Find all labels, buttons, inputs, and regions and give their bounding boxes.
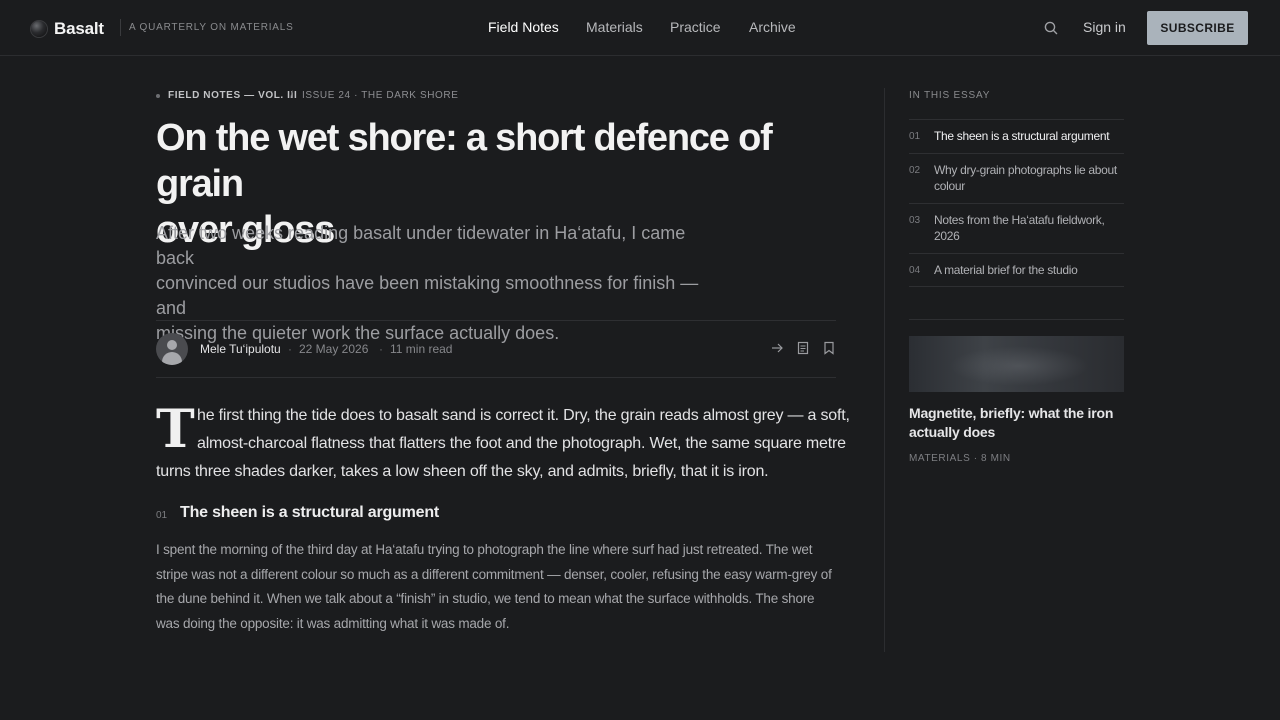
toc-divider: [909, 119, 1124, 120]
section-number: 01: [156, 510, 168, 521]
toc-divider: [909, 286, 1124, 287]
avatar-body-icon: [162, 352, 182, 365]
nav-materials[interactable]: Materials: [586, 19, 643, 35]
dek-line: After two weeks reading basalt under tid…: [156, 223, 686, 268]
brand-name: Basalt: [54, 19, 104, 38]
toc-item-label: Why dry-grain photographs lie about colo…: [934, 163, 1117, 193]
read-time: 11 min read: [390, 342, 453, 356]
dek-line: missing the quieter work the surface act…: [156, 323, 560, 343]
document-icon[interactable]: [796, 341, 810, 355]
sidebar-divider: [884, 88, 885, 652]
toc-divider: [909, 253, 1124, 254]
brand-logo[interactable]: Basalt: [31, 19, 104, 39]
lede-line: he first thing the tide does to basalt s…: [197, 407, 850, 424]
brand-divider: [120, 19, 121, 36]
toc-item-label: The sheen is a structural argument: [934, 129, 1110, 143]
breadcrumb-separator: /: [290, 90, 294, 101]
toc-number: 01: [909, 131, 921, 142]
nav-archive[interactable]: Archive: [749, 19, 796, 35]
related-article-meta: MATERIALS · 8 MIN: [909, 453, 1011, 464]
toc-divider: [909, 203, 1124, 204]
body-line: was doing the opposite: it was admitting…: [156, 616, 510, 631]
nav-practice[interactable]: Practice: [670, 19, 721, 35]
thumbnail-texture: [949, 346, 1089, 386]
byline-divider-top: [156, 320, 836, 321]
sign-in-link[interactable]: Sign in: [1083, 19, 1126, 35]
article-dek: After two weeks reading basalt under tid…: [156, 221, 716, 346]
top-navigation-bar: Basalt A QUARTERLY ON MATERIALS Field No…: [0, 0, 1280, 56]
drop-cap: T: [156, 399, 195, 460]
related-article-title[interactable]: Magnetite, briefly: what the iron actual…: [909, 404, 1124, 442]
meta-separator: ·: [288, 342, 292, 356]
body-line: I spent the morning of the third day at …: [156, 542, 813, 557]
toc-item-label: Notes from the Ha‘atafu fieldwork, 2026: [934, 213, 1105, 243]
section-heading: The sheen is a structural argument: [180, 504, 440, 521]
toc-number: 03: [909, 215, 921, 226]
nav-field-notes[interactable]: Field Notes: [488, 19, 559, 35]
dek-line: convinced our studios have been mistakin…: [156, 273, 699, 318]
lede-line: almost-charcoal flatness that flatters t…: [197, 435, 846, 452]
toc-number: 02: [909, 165, 921, 176]
share-arrow-icon[interactable]: [770, 341, 784, 355]
search-icon[interactable]: [1042, 19, 1060, 37]
byline-divider-bottom: [156, 377, 836, 378]
breadcrumb-dot-icon: [156, 94, 160, 98]
related-article-thumbnail[interactable]: [909, 336, 1124, 392]
breadcrumb-section[interactable]: FIELD NOTES — VOL. III: [168, 90, 297, 101]
author-name[interactable]: Mele Tu‘ipulotu: [200, 342, 281, 356]
bookmark-icon[interactable]: [822, 341, 836, 355]
author-avatar[interactable]: [156, 333, 188, 365]
body-line: the dune behind it. When we talk about a…: [156, 591, 815, 606]
body-line: stripe was not a different colour so muc…: [156, 567, 832, 582]
lede-line: turns three shades darker, takes a low s…: [156, 463, 769, 480]
related-divider: [909, 319, 1124, 320]
toc-number: 04: [909, 265, 921, 276]
article-title-line: On the wet shore: a short defence of gra…: [156, 117, 773, 205]
toc-divider: [909, 153, 1124, 154]
basalt-stone-icon: [31, 21, 47, 37]
avatar-head-icon: [167, 340, 177, 350]
breadcrumb-issue[interactable]: ISSUE 24 · THE DARK SHORE: [302, 90, 459, 101]
meta-separator: ·: [379, 342, 383, 356]
subscribe-button[interactable]: SUBSCRIBE: [1147, 11, 1248, 45]
toc-item-label: A material brief for the studio: [934, 263, 1078, 277]
brand-tagline: A QUARTERLY ON MATERIALS: [129, 22, 294, 33]
publish-date: 22 May 2026: [299, 342, 369, 356]
toc-heading: IN THIS ESSAY: [909, 90, 991, 101]
